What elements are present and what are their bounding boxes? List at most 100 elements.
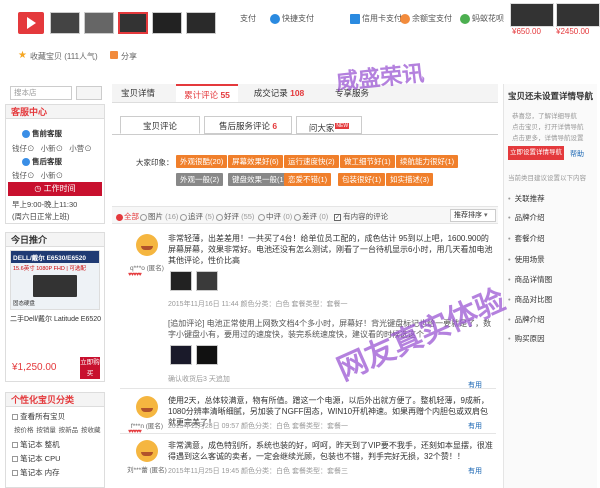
impression-tag[interactable]: 键盘效果一般(1) (228, 173, 291, 186)
cat-all[interactable]: 查看所有宝贝 (12, 411, 65, 422)
review-photo[interactable] (196, 345, 218, 365)
impression-tag[interactable]: 外观很酷(20) (176, 155, 228, 168)
avatar (136, 440, 158, 462)
today-buy-button[interactable]: 立即购买 (80, 357, 100, 379)
append-meta: 确认收货后3 天追加 (168, 376, 230, 383)
impression-tag[interactable]: 如实描述(3) (386, 173, 434, 186)
filter-bad[interactable]: 差评 (0) (294, 211, 328, 222)
filter-append[interactable]: 追评 (5) (180, 211, 214, 222)
collect-label[interactable]: 收藏宝贝 (111人气) (30, 51, 98, 62)
filter-mid[interactable]: 中评 (0) (258, 211, 292, 222)
right-nav-step: 点击更多，详情导航设置 (512, 135, 584, 142)
yuebao-icon (400, 13, 410, 24)
gallery-thumb[interactable] (186, 12, 216, 34)
impression-tag[interactable]: 做工细节好(1) (340, 155, 395, 168)
gallery-thumb[interactable] (84, 12, 114, 34)
impression-tag[interactable]: 续航能力很好(1) (396, 155, 459, 168)
review-user: q***o (匿名) (130, 265, 164, 272)
right-nav-title: 宝贝还未设置详情导航 (508, 91, 594, 101)
cat-ram[interactable]: 笔记本 内存 (12, 467, 60, 478)
category-title: 个性化宝贝分类 (6, 393, 104, 407)
right-nav-item[interactable]: 使用场景 (508, 254, 545, 265)
right-nav-item[interactable]: 商品对比图 (508, 294, 553, 305)
today-img-sub: 15.6英寸 1080P FHD | 可选配 (13, 266, 86, 272)
share-icon[interactable] (110, 51, 118, 59)
pay-huabei: 蚂蚁花呗 (460, 13, 504, 24)
gallery-thumb[interactable] (50, 12, 80, 34)
avatar (136, 396, 158, 418)
right-nav-item[interactable]: 品牌介绍 (508, 314, 545, 325)
tab-detail[interactable]: 宝贝详情 (112, 84, 164, 102)
today-img-title: DELL/戴尔 E6530/E6520 (11, 251, 99, 263)
filter-all[interactable]: 全部 (116, 211, 139, 222)
recommend-product[interactable] (510, 3, 554, 27)
gallery-thumb[interactable] (152, 12, 182, 34)
review-photo[interactable] (170, 345, 192, 365)
right-nav-item[interactable]: 关联推荐 (508, 193, 545, 204)
headset-icon (22, 158, 30, 167)
impression-tag[interactable]: 运行速度快(2) (284, 155, 339, 168)
recommend-product[interactable] (556, 3, 600, 27)
chevron-down-icon: ▾ (483, 212, 488, 219)
append-review-text: [追加评论] 电池正常使用上网数文档4个多小时，屏幕好！背光键盘标记也给一要就是… (168, 319, 492, 339)
tab-reviews[interactable]: 累计评论 55 (176, 84, 238, 102)
cat-cpu[interactable]: 笔记本 CPU (12, 453, 61, 464)
right-nav-item[interactable]: 购买原因 (508, 333, 545, 344)
useful-button[interactable]: 有用 (468, 421, 482, 431)
work-time-banner: ◷ 工作时间 (8, 182, 102, 196)
presale-agents[interactable]: 钱仔⊙ 小新⊙ 小营⊙ (12, 143, 92, 154)
review-meta: 2015年11月25日 19:45 颜色分类：白色 套餐类型：套餐三 (168, 468, 348, 475)
quickpay-icon (270, 13, 280, 24)
subtab-ask[interactable]: 问大家 NEW (296, 116, 362, 134)
filter-content[interactable]: ✓ 有内容的评论 (334, 211, 388, 222)
cat-notebook[interactable]: 笔记本 整机 (12, 439, 60, 450)
avatar (136, 234, 158, 256)
impression-tag[interactable]: 包装很好(1) (338, 173, 386, 186)
review-meta: 2015年11月16日 11:44 颜色分类：白色 套餐类型：套餐一 (168, 301, 348, 308)
today-product-image[interactable]: DELL/戴尔 E6530/E6520 15.6英寸 1080P FHD | 可… (10, 250, 100, 310)
tab-records[interactable]: 成交记录 108 (248, 84, 310, 102)
subtab-reviews[interactable]: 宝贝评论 (120, 116, 200, 134)
setup-nav-button[interactable]: 立即设置详情导航 (508, 146, 564, 160)
impression-tag[interactable]: 外观一般(2) (176, 173, 224, 186)
filter-good[interactable]: 好评 (55) (216, 211, 254, 222)
aftersale-label: 售后客服 (22, 156, 62, 167)
aftersale-agents[interactable]: 钱仔⊙ 小新⊙ (12, 170, 63, 181)
cat-sub-links[interactable]: 按价格 按销量 按新品 按收藏 (14, 424, 100, 434)
shop-search-button[interactable] (76, 86, 102, 100)
right-nav-item[interactable]: 品牌介绍 (508, 212, 545, 223)
review-photo[interactable] (170, 271, 192, 291)
impression-tag[interactable]: 屏幕效果好(6) (228, 155, 283, 168)
right-nav-item[interactable]: 商品详情图 (508, 274, 553, 285)
useful-button[interactable]: 有用 (468, 466, 482, 476)
pay-quick: 快捷支付 (270, 13, 314, 24)
review-text: 非常轻薄，出差差用！一共买了4台！给单位员工配的，成色估计 95到以上吧，160… (168, 234, 493, 265)
tab-service[interactable]: 专享服务 (326, 84, 378, 102)
review-photo[interactable] (196, 271, 218, 291)
star-icon[interactable]: ★ (18, 50, 27, 61)
today-product-name[interactable]: 二手Dell/戴尔 Latitude E6520 (10, 314, 102, 324)
play-icon (27, 17, 36, 29)
payment-prefix: 支付 (240, 14, 256, 23)
review-meta: 2015年11月28日 09:57 颜色分类：白色 套餐类型：套餐一 (168, 423, 348, 430)
sort-select[interactable]: 推荐排序 ▾ (450, 209, 496, 222)
right-nav-item[interactable]: 套餐介绍 (508, 233, 545, 244)
help-link[interactable]: 帮助 (570, 149, 584, 159)
recommend-price: ¥2450.00 (556, 27, 590, 36)
laptop-image (33, 275, 77, 297)
today-price: ¥1,250.00 (12, 362, 57, 373)
right-nav-step: 恭喜您，了解详细导航 (512, 113, 577, 120)
creditcard-icon (350, 13, 360, 24)
filter-pic[interactable]: 图片 (16) (140, 211, 178, 222)
right-nav-current: 当前类目建议设置以下内容 (508, 175, 586, 182)
recommend-price: ¥650.00 (512, 27, 541, 36)
service-title: 客服中心 (6, 105, 104, 119)
share-label[interactable]: 分享 (121, 51, 137, 62)
shop-search-input[interactable]: 搜本店 (10, 86, 72, 100)
impression-tag[interactable]: 恋爱不错(1) (284, 173, 332, 186)
weekend-note: (周六日正常上班) (12, 212, 70, 221)
right-nav-step: 点击宝贝，打开详情导航 (512, 124, 584, 131)
checkbox-icon[interactable]: ✓ (334, 213, 341, 221)
subtab-aftersale[interactable]: 售后服务评论 6 (204, 116, 292, 134)
gallery-thumb-selected[interactable] (118, 12, 148, 34)
